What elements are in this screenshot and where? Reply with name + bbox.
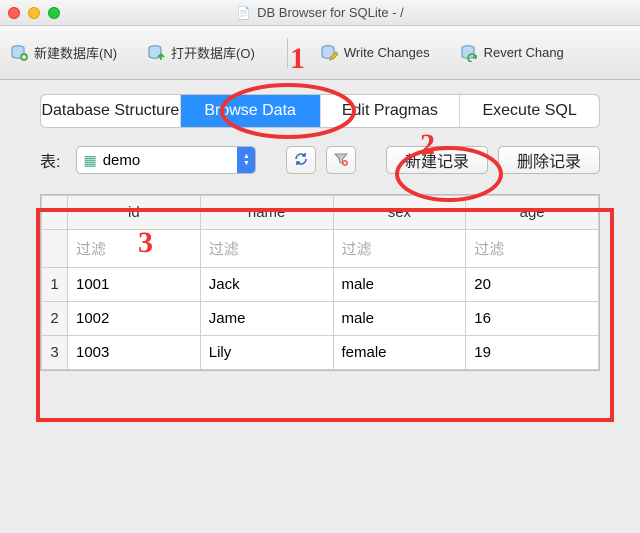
table-row[interactable]: 1 1001 Jack male 20 — [42, 268, 599, 302]
table-label: 表: — [40, 148, 60, 172]
column-header[interactable]: name — [200, 196, 333, 230]
cell-age[interactable]: 20 — [466, 268, 599, 302]
window-title-text: DB Browser for SQLite - / — [257, 5, 404, 20]
write-changes-label: Write Changes — [344, 45, 430, 60]
table-row[interactable]: 2 1002 Jame male 16 — [42, 302, 599, 336]
delete-record-button[interactable]: 删除记录 — [498, 146, 600, 174]
cell-name[interactable]: Jame — [200, 302, 333, 336]
column-header[interactable]: age — [466, 196, 599, 230]
toolbar-separator — [287, 38, 288, 68]
column-header[interactable]: sex — [333, 196, 466, 230]
new-database-button[interactable]: 新建数据库(N) — [10, 43, 117, 62]
table-select-value: demo — [103, 152, 238, 169]
close-icon[interactable] — [8, 7, 20, 19]
tab-database-structure[interactable]: Database Structure — [41, 95, 181, 127]
cell-sex[interactable]: male — [333, 268, 466, 302]
database-add-icon — [10, 44, 28, 62]
open-database-button[interactable]: 打开数据库(O) — [147, 43, 255, 62]
tab-execute-sql[interactable]: Execute SQL — [460, 95, 599, 127]
filter-rownum — [42, 230, 68, 268]
cell-id[interactable]: 1003 — [68, 336, 201, 370]
filter-input[interactable]: 过滤 — [200, 230, 333, 268]
cell-id[interactable]: 1002 — [68, 302, 201, 336]
tab-browse-data[interactable]: Browse Data — [181, 95, 321, 127]
main-area: Database Structure Browse Data Edit Prag… — [0, 80, 640, 371]
filter-row: 过滤 过滤 过滤 过滤 — [42, 230, 599, 268]
open-database-label: 打开数据库(O) — [171, 43, 255, 62]
revert-changes-icon — [460, 44, 478, 62]
document-icon: 📄 — [236, 6, 251, 20]
toolbar: 新建数据库(N) 打开数据库(O) Write Changes Revert C… — [0, 26, 640, 80]
minimize-icon[interactable] — [28, 7, 40, 19]
cell-name[interactable]: Lily — [200, 336, 333, 370]
clear-filters-button[interactable] — [326, 146, 356, 174]
row-number: 2 — [42, 302, 68, 336]
cell-sex[interactable]: female — [333, 336, 466, 370]
database-open-icon — [147, 44, 165, 62]
table-controls: 表: ▦ demo ▲▼ 新建记录 删除记录 — [0, 128, 640, 184]
filter-input[interactable]: 过滤 — [333, 230, 466, 268]
cell-name[interactable]: Jack — [200, 268, 333, 302]
revert-changes-label: Revert Chang — [484, 45, 564, 60]
funnel-icon — [333, 151, 349, 170]
column-header[interactable]: id — [68, 196, 201, 230]
dropdown-arrows-icon: ▲▼ — [237, 147, 255, 173]
new-record-button[interactable]: 新建记录 — [386, 146, 488, 174]
table-select[interactable]: ▦ demo ▲▼ — [76, 146, 256, 174]
refresh-icon — [293, 151, 309, 170]
filter-input[interactable]: 过滤 — [466, 230, 599, 268]
cell-age[interactable]: 19 — [466, 336, 599, 370]
window-title: 📄 DB Browser for SQLite - / — [0, 0, 640, 25]
data-table: id name sex age 过滤 过滤 过滤 过滤 1 1001 Jack — [41, 195, 599, 370]
tab-edit-pragmas[interactable]: Edit Pragmas — [321, 95, 461, 127]
table-header-row: id name sex age — [42, 196, 599, 230]
cell-sex[interactable]: male — [333, 302, 466, 336]
row-number: 3 — [42, 336, 68, 370]
new-database-label: 新建数据库(N) — [34, 43, 117, 62]
table-icon: ▦ — [83, 152, 96, 169]
filter-input[interactable]: 过滤 — [68, 230, 201, 268]
write-changes-icon — [320, 44, 338, 62]
write-changes-button[interactable]: Write Changes — [320, 44, 430, 62]
row-number-header — [42, 196, 68, 230]
zoom-icon[interactable] — [48, 7, 60, 19]
table-row[interactable]: 3 1003 Lily female 19 — [42, 336, 599, 370]
window-controls — [8, 7, 60, 19]
titlebar: 📄 DB Browser for SQLite - / — [0, 0, 640, 26]
revert-changes-button[interactable]: Revert Chang — [460, 44, 564, 62]
cell-id[interactable]: 1001 — [68, 268, 201, 302]
main-tabs: Database Structure Browse Data Edit Prag… — [40, 94, 600, 128]
row-number: 1 — [42, 268, 68, 302]
cell-age[interactable]: 16 — [466, 302, 599, 336]
data-table-container: id name sex age 过滤 过滤 过滤 过滤 1 1001 Jack — [40, 194, 600, 371]
refresh-button[interactable] — [286, 146, 316, 174]
